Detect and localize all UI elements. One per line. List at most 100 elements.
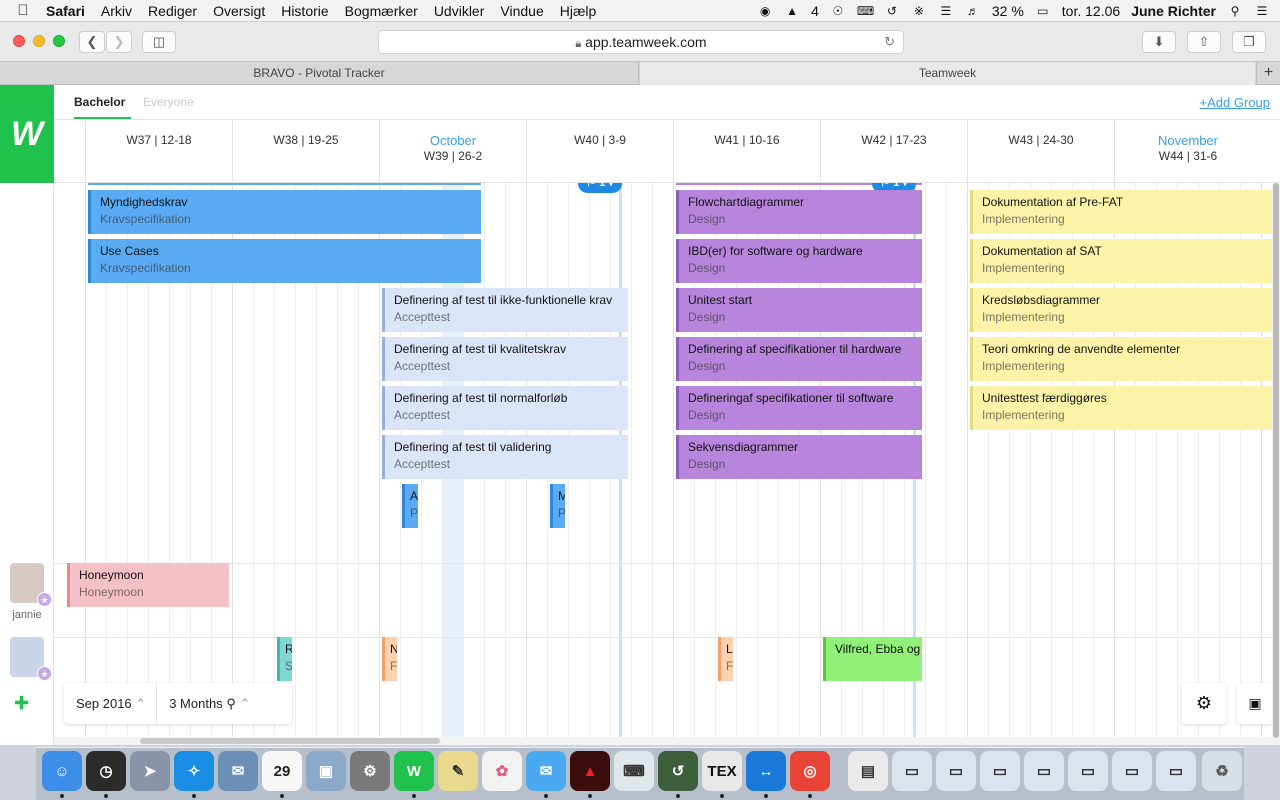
bluetooth-icon[interactable]: ※ [911, 4, 927, 18]
person-jannie[interactable]: ★ jannie [0, 563, 54, 621]
spotlight-search-icon[interactable]: ⚲ [1227, 4, 1243, 18]
task-card[interactable]: AP [402, 484, 418, 528]
time-machine-icon[interactable]: ↺ [658, 751, 698, 791]
clock[interactable]: tor. 12.06 [1062, 3, 1120, 19]
preview-icon[interactable]: ▣ [306, 751, 346, 791]
task-card[interactable]: Defineringaf specifikationer til softwar… [676, 386, 922, 430]
minimized-window-icon[interactable]: ▭ [1112, 751, 1152, 791]
task-card[interactable]: Definering af test til normalforløb Accep… [382, 386, 628, 430]
menu-rediger[interactable]: Rediger [148, 3, 197, 19]
system-preferences-icon[interactable]: ⚙ [350, 751, 390, 791]
adobe-icon[interactable]: ▲ [784, 4, 800, 18]
task-card[interactable]: MP [550, 484, 565, 528]
vertical-scrollbar[interactable] [1272, 183, 1280, 745]
notes-icon[interactable]: ✎ [438, 751, 478, 791]
teamviewer-icon[interactable]: ↔ [746, 751, 786, 791]
task-card[interactable]: Vilfred, Ebba og [823, 637, 922, 681]
teamweek-logo[interactable]: W [0, 85, 54, 183]
share-button[interactable]: ⇧ [1187, 31, 1221, 53]
group-tab-everyone[interactable]: Everyone [143, 95, 194, 109]
month-picker[interactable]: Sep 2016 ⌃ [64, 696, 156, 712]
menu-bogmaerker[interactable]: Bogmærker [345, 3, 418, 19]
task-card[interactable]: Unitesttest færdiggøres Implementering [970, 386, 1272, 430]
teamweek-icon[interactable]: W [394, 751, 434, 791]
keyboard-status-icon[interactable]: ⌨ [857, 4, 874, 18]
menu-hjaelp[interactable]: Hjælp [560, 3, 597, 19]
task-card[interactable]: Definering af test til kvalitetskrav Acce… [382, 337, 628, 381]
task-card[interactable]: Flowchartdiagrammer Design [676, 190, 922, 234]
menu-arkiv[interactable]: Arkiv [101, 3, 132, 19]
sidebar-toggle-button[interactable]: ◫ [142, 31, 176, 53]
tab-teamweek[interactable]: Teamweek [640, 62, 1255, 85]
menu-vindue[interactable]: Vindue [500, 3, 543, 19]
task-card[interactable]: Teori omkring de anvendte elementer Imple… [970, 337, 1272, 381]
dashboard-icon[interactable]: ◷ [86, 751, 126, 791]
task-card[interactable]: Unitest start Design [676, 288, 922, 332]
apple-icon[interactable]:  [0, 2, 46, 19]
task-card[interactable]: Definering af specifikationer til hardwa… [676, 337, 922, 381]
task-card[interactable]: Dokumentation af Pre-FAT Implementering [970, 190, 1272, 234]
forward-button[interactable]: ❯ [106, 31, 132, 53]
messages-icon[interactable]: ✉ [526, 751, 566, 791]
avatar[interactable]: ★ [10, 563, 52, 607]
minimized-window-icon[interactable]: ▭ [936, 751, 976, 791]
scroll-thumb[interactable] [140, 738, 440, 744]
person-second[interactable]: ★ [0, 637, 54, 681]
task-card[interactable]: Myndighedskrav Kravspecifikation [88, 190, 481, 234]
task-card[interactable]: Use Cases Kravspecifikation [88, 239, 481, 283]
group-tab-bachelor[interactable]: Bachelor [74, 95, 132, 119]
task-card[interactable]: LF [718, 637, 733, 681]
scroll-thumb[interactable] [1273, 183, 1279, 738]
milestone-flag[interactable]: ⚑ 1 ▾ [578, 183, 622, 193]
task-card[interactable]: Definering af test til validering Acceptt… [382, 435, 628, 479]
trash-icon[interactable]: ♻ [1202, 751, 1242, 791]
keyboard-icon[interactable]: ⌨ [614, 751, 654, 791]
horizontal-scrollbar[interactable] [54, 737, 1272, 745]
photos-icon[interactable]: ✿ [482, 751, 522, 791]
wifi-icon[interactable]: ☰ [938, 4, 954, 18]
time-machine-status-icon[interactable]: ↺ [884, 4, 900, 18]
task-card[interactable]: Kredsløbsdiagrammer Implementering [970, 288, 1272, 332]
mail-icon[interactable]: ✉ [218, 751, 258, 791]
sync-icon[interactable]: ◉ [757, 4, 773, 18]
zoom-window-button[interactable] [53, 35, 65, 47]
menu-safari[interactable]: Safari [46, 3, 85, 19]
acrobat-icon[interactable]: ▲ [570, 751, 610, 791]
reload-icon[interactable]: ↻ [884, 31, 895, 53]
tab-pivotal-tracker[interactable]: BRAVO - Pivotal Tracker [0, 62, 639, 85]
task-card[interactable]: Dokumentation af SAT Implementering [970, 239, 1272, 283]
minimized-window-icon[interactable]: ▭ [892, 751, 932, 791]
task-card[interactable]: RS [277, 637, 292, 681]
task-card[interactable]: Sekvensdiagrammer Design [676, 435, 922, 479]
user-name[interactable]: June Richter [1131, 3, 1216, 19]
avatar[interactable]: ★ [10, 637, 52, 681]
task-card[interactable]: Honeymoon Honeymoon [67, 563, 229, 607]
chrome-icon[interactable]: ◎ [790, 751, 830, 791]
minimize-window-button[interactable] [33, 35, 45, 47]
tex-icon[interactable]: TEX [702, 751, 742, 791]
menu-udvikler[interactable]: Udvikler [434, 3, 485, 19]
safari-icon[interactable]: ✧ [174, 751, 214, 791]
new-tab-button[interactable]: + [1256, 62, 1280, 85]
menu-oversigt[interactable]: Oversigt [213, 3, 265, 19]
back-button[interactable]: ❮ [79, 31, 105, 53]
volume-icon[interactable]: ♬ [965, 4, 981, 18]
minimized-window-icon[interactable]: ▭ [1068, 751, 1108, 791]
minimized-window-icon[interactable]: ▭ [1156, 751, 1196, 791]
close-window-button[interactable] [13, 35, 25, 47]
settings-button[interactable]: ⚙ [1182, 683, 1226, 724]
notification-center-icon[interactable]: ☰ [1254, 4, 1270, 18]
task-card[interactable]: Definering af test til ikke-funktionelle… [382, 288, 628, 332]
minimized-window-icon[interactable]: ▭ [980, 751, 1020, 791]
inbox-button[interactable]: ▣ [1237, 683, 1273, 724]
task-card[interactable]: NF [382, 637, 397, 681]
add-group-link[interactable]: +Add Group [1200, 95, 1270, 110]
calendar-icon[interactable]: 29 [262, 751, 302, 791]
add-person-icon[interactable]: ✚ [14, 693, 29, 714]
task-card[interactable]: IBD(er) for software og hardware Design [676, 239, 922, 283]
finder-icon[interactable]: ☺ [42, 751, 82, 791]
range-picker[interactable]: 3 Months ⚲ ⌃ [157, 696, 258, 712]
minimized-window-icon[interactable]: ▭ [1024, 751, 1064, 791]
show-tabs-button[interactable]: ❐ [1232, 31, 1266, 53]
broadcast-icon[interactable]: ☉ [830, 4, 846, 18]
